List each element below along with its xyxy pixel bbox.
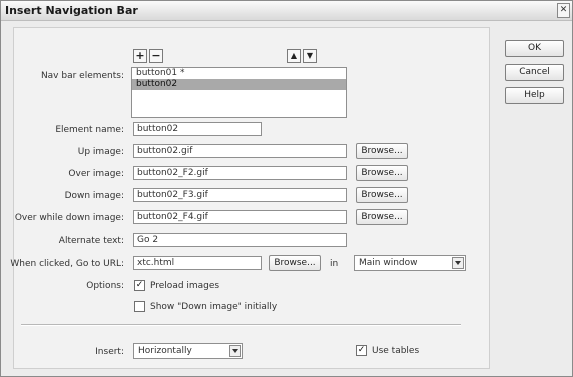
over-while-down-label: Over while down image: xyxy=(14,213,124,223)
remove-element-button[interactable]: − xyxy=(149,49,163,63)
show-down-image-checkbox[interactable] xyxy=(134,301,145,312)
target-window-value: Main window xyxy=(359,258,418,268)
over-while-down-input[interactable]: button02_F4.gif xyxy=(133,210,347,224)
down-image-browse-button[interactable]: Browse... xyxy=(356,187,408,203)
separator xyxy=(21,324,461,326)
nav-elements-label: Nav bar elements: xyxy=(40,71,124,81)
down-image-input[interactable]: button02_F3.gif xyxy=(133,188,347,202)
target-window-select[interactable]: Main window xyxy=(354,255,466,271)
insert-navigation-bar-dialog: Insert Navigation Bar ✕ + − ▲ ▼ Nav bar … xyxy=(0,0,573,377)
show-down-image-label: Show "Down image" initially xyxy=(150,302,278,312)
help-button[interactable]: Help xyxy=(505,87,564,104)
alternate-text-label: Alternate text: xyxy=(58,236,124,246)
down-image-label: Down image: xyxy=(64,191,124,201)
over-image-input[interactable]: button02_F2.gif xyxy=(133,166,347,180)
list-item[interactable]: button01 * xyxy=(132,68,346,79)
up-image-input[interactable]: button02.gif xyxy=(133,144,347,158)
cancel-button[interactable]: Cancel xyxy=(505,64,564,81)
url-input[interactable]: xtc.html xyxy=(133,256,262,270)
up-image-label: Up image: xyxy=(77,147,124,157)
over-while-down-browse-button[interactable]: Browse... xyxy=(356,209,408,225)
list-item[interactable]: button02 xyxy=(132,79,346,90)
element-name-label: Element name: xyxy=(55,125,124,135)
use-tables-checkbox[interactable]: ✓ xyxy=(356,345,367,356)
url-label: When clicked, Go to URL: xyxy=(10,259,124,269)
close-icon[interactable]: ✕ xyxy=(557,3,570,18)
options-label: Options: xyxy=(86,281,124,291)
dialog-title: Insert Navigation Bar xyxy=(5,4,138,17)
over-image-browse-button[interactable]: Browse... xyxy=(356,165,408,181)
move-up-button[interactable]: ▲ xyxy=(287,49,301,63)
element-name-input[interactable]: button02 xyxy=(133,122,262,136)
preload-images-checkbox[interactable]: ✓ xyxy=(134,280,145,291)
in-label: in xyxy=(330,259,339,269)
over-image-label: Over image: xyxy=(68,169,124,179)
use-tables-label: Use tables xyxy=(372,346,420,356)
alternate-text-input[interactable]: Go 2 xyxy=(133,233,347,247)
nav-elements-list[interactable]: button01 * button02 xyxy=(131,67,347,118)
insert-direction-value: Horizontally xyxy=(138,346,192,356)
chevron-down-icon[interactable] xyxy=(229,345,241,357)
insert-direction-select[interactable]: Horizontally xyxy=(133,343,243,359)
chevron-down-icon[interactable] xyxy=(452,257,464,269)
up-image-browse-button[interactable]: Browse... xyxy=(356,143,408,159)
url-browse-button[interactable]: Browse... xyxy=(269,255,321,271)
move-down-button[interactable]: ▼ xyxy=(303,49,317,63)
insert-label: Insert: xyxy=(95,347,124,357)
preload-images-label: Preload images xyxy=(150,281,220,291)
title-bar: Insert Navigation Bar ✕ xyxy=(1,1,572,21)
add-element-button[interactable]: + xyxy=(133,49,147,63)
ok-button[interactable]: OK xyxy=(505,40,564,57)
